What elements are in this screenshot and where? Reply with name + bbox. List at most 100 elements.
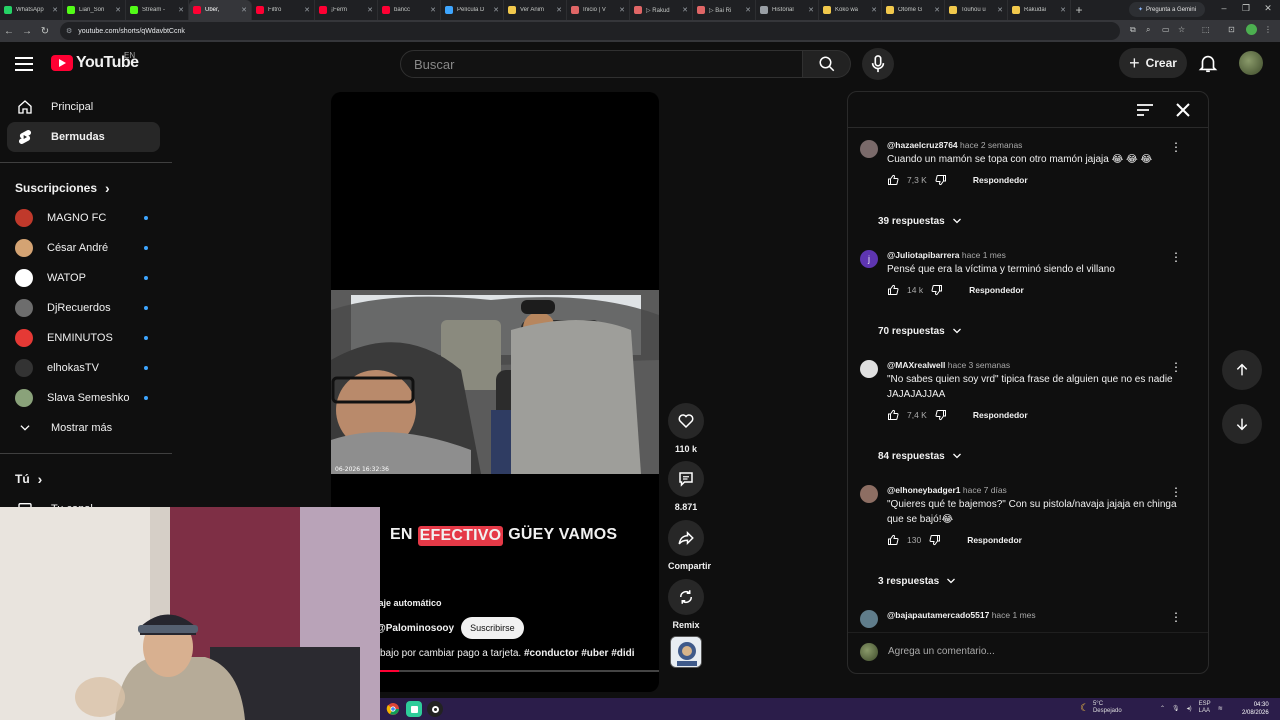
tab-close-icon[interactable]: ✕ (556, 6, 562, 14)
comment-more-icon[interactable]: ⋮ (1170, 140, 1182, 154)
tab-close-icon[interactable]: ✕ (178, 6, 184, 14)
comment-more-icon[interactable]: ⋮ (1170, 485, 1182, 499)
youtube-logo[interactable]: YouTube EN (51, 51, 139, 72)
browser-tab[interactable]: Stream - ✕ (126, 0, 189, 20)
site-info-icon[interactable]: ⚙ (66, 27, 72, 35)
close-icon[interactable] (1173, 100, 1193, 120)
add-comment-row[interactable]: Agrega un comentario... (848, 632, 1208, 670)
tab-close-icon[interactable]: ✕ (52, 6, 58, 14)
browser-tab[interactable]: Filtro ✕ (252, 0, 315, 20)
thumbs-up-icon[interactable] (887, 534, 899, 546)
thumbs-up-icon[interactable] (887, 284, 899, 296)
you-header[interactable]: Tú › (0, 464, 172, 494)
browser-tab[interactable]: WhatsApp ✕ (0, 0, 63, 20)
tab-close-icon[interactable]: ✕ (619, 6, 625, 14)
tab-search-icon[interactable]: ⊡ (1228, 25, 1235, 34)
comment-more-icon[interactable]: ⋮ (1170, 360, 1182, 374)
address-bar[interactable]: ⚙ youtube.com/shorts/qWdavbtCcnk (60, 22, 1120, 40)
subscriptions-header[interactable]: Suscripciones › (0, 173, 172, 203)
zoom-icon[interactable]: ⌕ (1146, 25, 1150, 35)
browser-tab[interactable]: Koko wa ✕ (819, 0, 882, 20)
browser-tab[interactable]: Lian_Sori ✕ (63, 0, 126, 20)
thumbs-down-icon[interactable] (929, 534, 941, 546)
browser-tab[interactable]: Rakudai ✕ (1008, 0, 1071, 20)
tab-close-icon[interactable]: ✕ (934, 6, 940, 14)
thumbs-up-icon[interactable] (887, 409, 899, 421)
tab-close-icon[interactable]: ✕ (493, 6, 499, 14)
view-replies-button[interactable]: 39 respuestas (878, 215, 963, 227)
hashtags[interactable]: #conductor #uber #didi (524, 648, 635, 659)
commenter-avatar[interactable] (860, 485, 878, 503)
notifications-bell-icon[interactable] (1197, 52, 1219, 74)
view-replies-button[interactable]: 70 respuestas (878, 325, 963, 337)
back-icon[interactable]: ← (0, 26, 18, 37)
create-button[interactable]: + Crear (1119, 48, 1187, 78)
comment-more-icon[interactable]: ⋮ (1170, 250, 1182, 264)
cast-icon[interactable]: ▭ (1162, 25, 1170, 34)
obs-app-icon[interactable] (406, 701, 422, 717)
reply-button[interactable]: Respondedor (967, 535, 1022, 545)
profile-icon[interactable] (1246, 24, 1257, 35)
browser-tab[interactable]: Touhou u ✕ (945, 0, 1008, 20)
subscription-item[interactable]: elhokasTV (7, 353, 160, 383)
thumbs-down-icon[interactable] (931, 284, 943, 296)
reload-icon[interactable]: ↻ (36, 26, 54, 37)
tab-close-icon[interactable]: ✕ (115, 6, 121, 14)
browser-tab[interactable]: Ver Anim ✕ (504, 0, 567, 20)
commenter-avatar[interactable]: j (860, 250, 878, 268)
volume-tray-icon[interactable]: ◂) (1187, 705, 1192, 712)
reply-button[interactable]: Respondedor (969, 285, 1024, 295)
comment-more-icon[interactable]: ⋮ (1170, 610, 1182, 624)
gemini-button[interactable]: ✦ Pregunta a Gemini (1129, 2, 1205, 17)
commenter-avatar[interactable] (860, 610, 878, 628)
window-close-button[interactable]: ✕ (1261, 3, 1275, 14)
subscription-item[interactable]: Slava Semeshko (7, 383, 160, 413)
tab-close-icon[interactable]: ✕ (367, 6, 373, 14)
comment-author[interactable]: @bajapautamercado5517 (887, 610, 989, 620)
thumbs-up-icon[interactable] (887, 174, 899, 186)
subscription-item[interactable]: DjRecuerdos (7, 293, 160, 323)
search-button[interactable] (803, 50, 851, 78)
tab-close-icon[interactable]: ✕ (1060, 6, 1066, 14)
sort-comments-icon[interactable] (1135, 102, 1155, 118)
subscription-item[interactable]: MAGNO FC (7, 203, 160, 233)
subscribe-button[interactable]: Suscribirse (461, 617, 524, 639)
voice-search-button[interactable] (862, 48, 894, 80)
comment-author[interactable]: @MAXrealwell (887, 360, 945, 370)
next-short-button[interactable] (1222, 404, 1262, 444)
subscription-item[interactable]: WATOP (7, 263, 160, 293)
thumbs-down-icon[interactable] (935, 174, 947, 186)
restore-button[interactable]: ❐ (1239, 3, 1253, 14)
comment-author[interactable]: @hazaelcruz8764 (887, 140, 958, 150)
browser-tab[interactable]: ▷ Bai Ri ✕ (693, 0, 756, 20)
view-replies-button[interactable]: 3 respuestas (878, 575, 957, 587)
share-button[interactable]: Compartir (668, 520, 711, 571)
thumbs-down-icon[interactable] (935, 409, 947, 421)
account-avatar[interactable] (1239, 51, 1263, 75)
remix-button[interactable]: Remix (668, 579, 704, 630)
tab-close-icon[interactable]: ✕ (808, 6, 814, 14)
tab-close-icon[interactable]: ✕ (997, 6, 1003, 14)
sidebar-item-home[interactable]: Principal (7, 92, 160, 122)
bookmark-star-icon[interactable]: ☆ (1178, 25, 1185, 34)
browser-tab[interactable]: bancc ✕ (378, 0, 441, 20)
system-clock[interactable]: 04:30 2/08/2026 (1242, 701, 1269, 717)
hamburger-menu-icon[interactable] (14, 54, 34, 74)
progress-bar[interactable] (376, 670, 659, 672)
reply-button[interactable]: Respondedor (973, 410, 1028, 420)
search-input[interactable] (414, 56, 802, 72)
subscription-item[interactable]: César André (7, 233, 160, 263)
view-replies-button[interactable]: 84 respuestas (878, 450, 963, 462)
comments-button[interactable]: 8.871 (668, 461, 704, 512)
new-tab-button[interactable]: + (1071, 3, 1087, 17)
sidebar-item-shorts[interactable]: Bermudas (7, 122, 160, 152)
browser-menu-icon[interactable]: ⋮ (1264, 25, 1272, 34)
browser-tab[interactable]: Historial ✕ (756, 0, 819, 20)
commenter-avatar[interactable] (860, 360, 878, 378)
tab-close-icon[interactable]: ✕ (682, 6, 688, 14)
browser-tab[interactable]: ▷ Rakud ✕ (630, 0, 693, 20)
browser-tab[interactable]: Película D ✕ (441, 0, 504, 20)
previous-short-button[interactable] (1222, 350, 1262, 390)
browser-tab[interactable]: Otome G ✕ (882, 0, 945, 20)
tab-close-icon[interactable]: ✕ (871, 6, 877, 14)
